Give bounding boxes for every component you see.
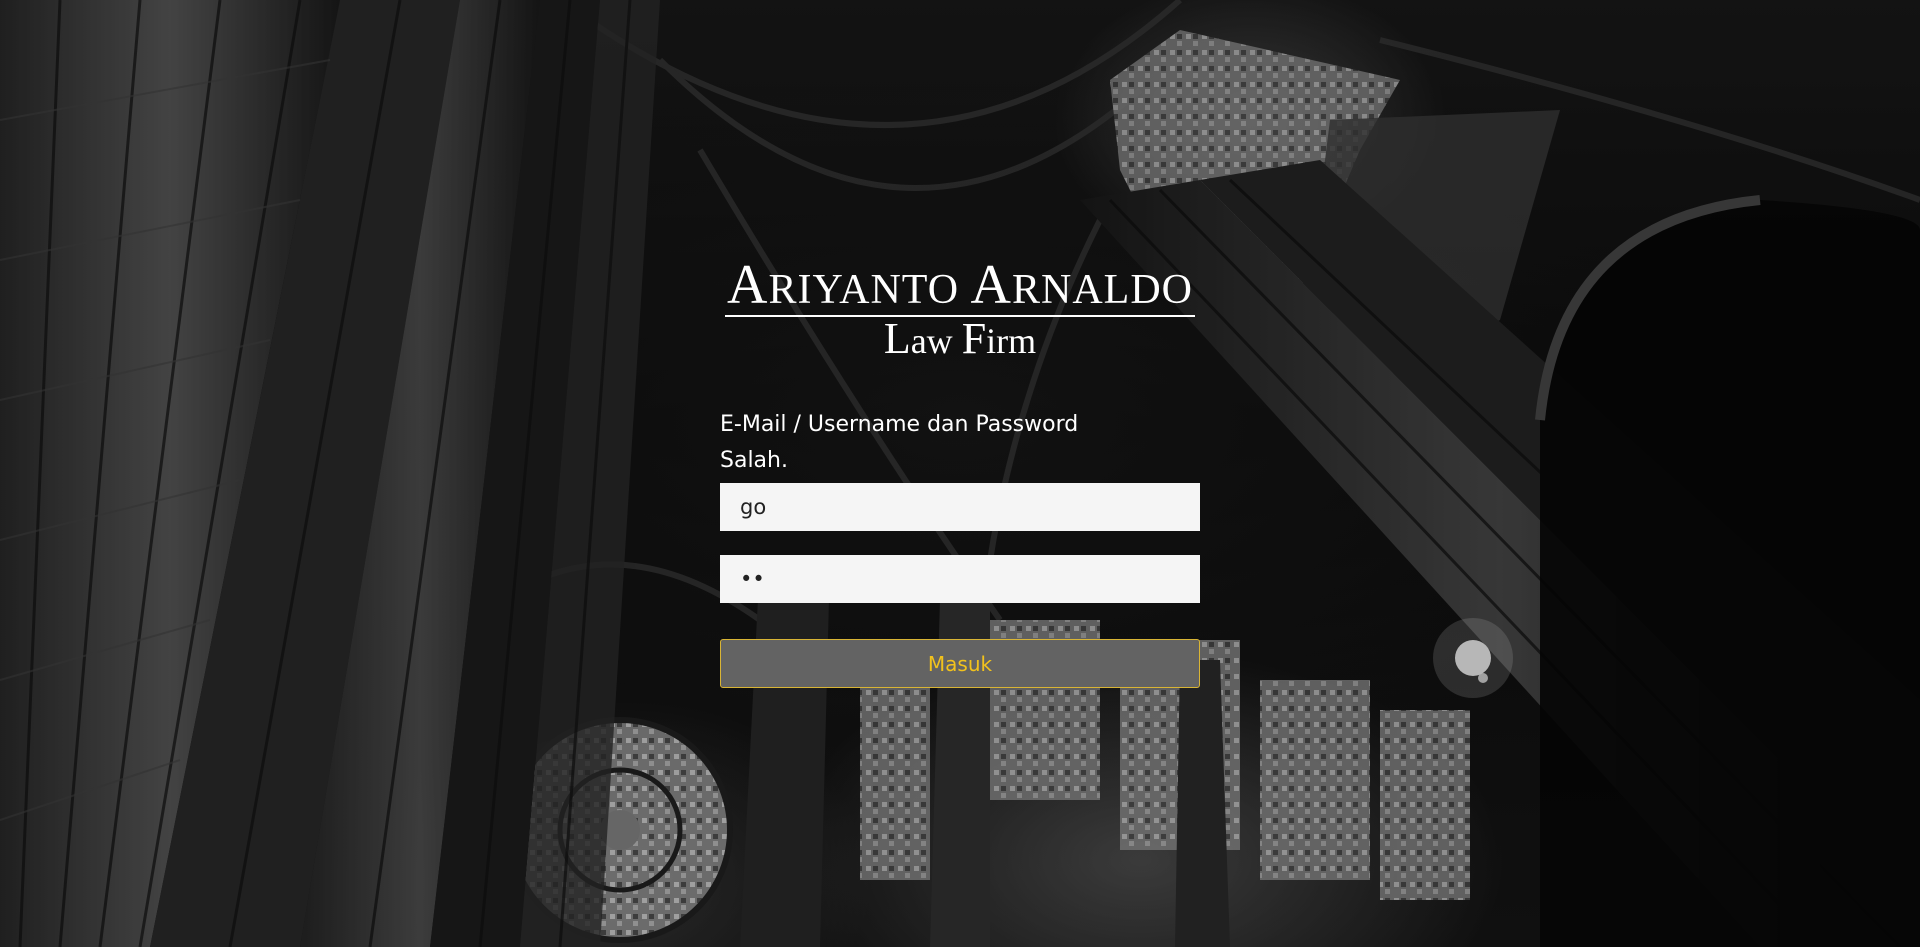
logo-initial-f: F [961,314,987,363]
logo-initial-a: A [727,254,769,316]
logo-subtitle: Law Firm [720,317,1200,363]
logo-text-rnaldo: RNALDO [1011,267,1193,313]
logo-text-law: aw [910,321,962,361]
logo-text-riyanto: RIYANTO [768,267,971,313]
password-input[interactable] [720,555,1200,603]
login-page: ARIYANTO ARNALDO Law Firm E-Mail / Usern… [0,0,1920,947]
login-panel: ARIYANTO ARNALDO Law Firm E-Mail / Usern… [720,257,1200,688]
logo-initial-l: L [883,314,911,363]
logo-firm-name: ARIYANTO ARNALDO [725,257,1195,317]
login-error-message: E-Mail / Username dan Password Salah. [720,412,1079,473]
logo-text-firm: irm [986,321,1037,361]
username-input[interactable] [720,483,1200,531]
law-firm-logo: ARIYANTO ARNALDO Law Firm [720,257,1200,363]
login-submit-button[interactable]: Masuk [720,639,1200,688]
logo-initial-a2: A [970,254,1012,316]
